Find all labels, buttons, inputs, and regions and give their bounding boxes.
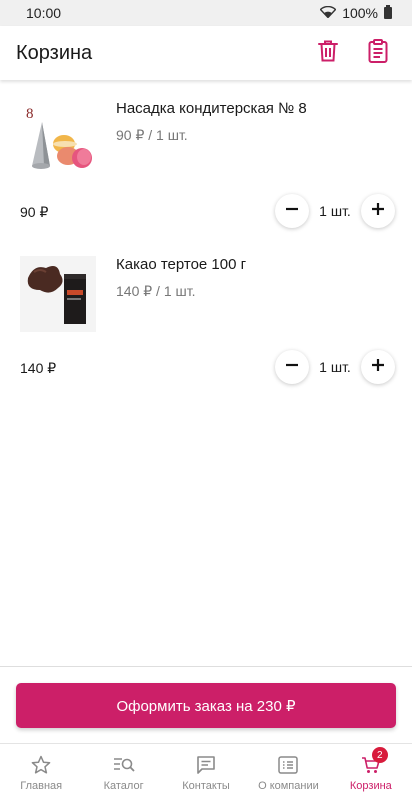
chat-icon xyxy=(195,754,217,776)
status-bar: 10:00 100% xyxy=(0,0,412,26)
minus-icon xyxy=(285,202,299,221)
item-total: 140 ₽ xyxy=(20,360,57,376)
page-title: Корзина xyxy=(16,41,93,64)
quantity-stepper: 1 шт. xyxy=(275,350,395,384)
wifi-icon xyxy=(319,5,337,21)
product-image xyxy=(20,256,96,332)
clear-cart-button[interactable] xyxy=(310,35,346,71)
decrease-button[interactable] xyxy=(275,350,309,384)
increase-button[interactable] xyxy=(361,350,395,384)
quantity-value: 1 шт. xyxy=(319,203,351,219)
decrease-button[interactable] xyxy=(275,194,309,228)
nav-label: Контакты xyxy=(182,780,230,792)
bottom-nav: Главная Каталог Контакты О компании 2 Ко… xyxy=(0,743,412,800)
clipboard-icon xyxy=(368,38,388,68)
nav-item-about[interactable]: О компании xyxy=(247,744,329,800)
nav-item-cart[interactable]: 2 Корзина xyxy=(330,744,412,800)
quantity-value: 1 шт. xyxy=(319,359,351,375)
battery-percent: 100% xyxy=(342,5,378,21)
cart-list: 8 Насадка кондитерская № 8 90 ₽ / 1 шт. … xyxy=(0,80,412,392)
nav-item-home[interactable]: Главная xyxy=(0,744,82,800)
product-name[interactable]: Насадка кондитерская № 8 xyxy=(116,100,307,117)
thumb-number: 8 xyxy=(26,106,34,122)
item-total: 90 ₽ xyxy=(20,204,49,220)
product-image: 8 xyxy=(20,100,96,176)
list-icon xyxy=(277,754,299,776)
nav-label: Каталог xyxy=(103,780,144,792)
nav-label: Главная xyxy=(20,780,63,792)
cart-icon: 2 xyxy=(360,747,388,776)
catalog-search-icon xyxy=(113,754,135,776)
nav-item-contacts[interactable]: Контакты xyxy=(165,744,247,800)
app-bar: Корзина xyxy=(0,26,412,80)
status-indicators: 100% xyxy=(319,5,392,21)
plus-icon xyxy=(371,358,385,377)
product-name[interactable]: Какао тертое 100 г xyxy=(116,256,246,273)
status-time: 10:00 xyxy=(26,5,62,21)
unit-price: 90 ₽ / 1 шт. xyxy=(116,127,188,143)
nav-label: Корзина xyxy=(349,780,392,792)
divider xyxy=(0,666,412,667)
minus-icon xyxy=(285,358,299,377)
battery-icon xyxy=(384,5,392,19)
cart-item: Какао тертое 100 г 140 ₽ / 1 шт. 140 ₽ 1… xyxy=(0,236,412,392)
nav-label: О компании xyxy=(258,780,319,792)
nav-item-catalog[interactable]: Каталог xyxy=(82,744,164,800)
quantity-stepper: 1 шт. xyxy=(275,194,395,228)
cart-item: 8 Насадка кондитерская № 8 90 ₽ / 1 шт. … xyxy=(0,80,412,236)
orders-button[interactable] xyxy=(360,35,396,71)
increase-button[interactable] xyxy=(361,194,395,228)
plus-icon xyxy=(371,202,385,221)
star-icon xyxy=(30,754,52,776)
trash-icon xyxy=(318,40,338,67)
checkout-button[interactable]: Оформить заказ на 230 ₽ xyxy=(16,683,396,728)
unit-price: 140 ₽ / 1 шт. xyxy=(116,283,196,299)
cart-count-badge: 2 xyxy=(371,747,388,763)
